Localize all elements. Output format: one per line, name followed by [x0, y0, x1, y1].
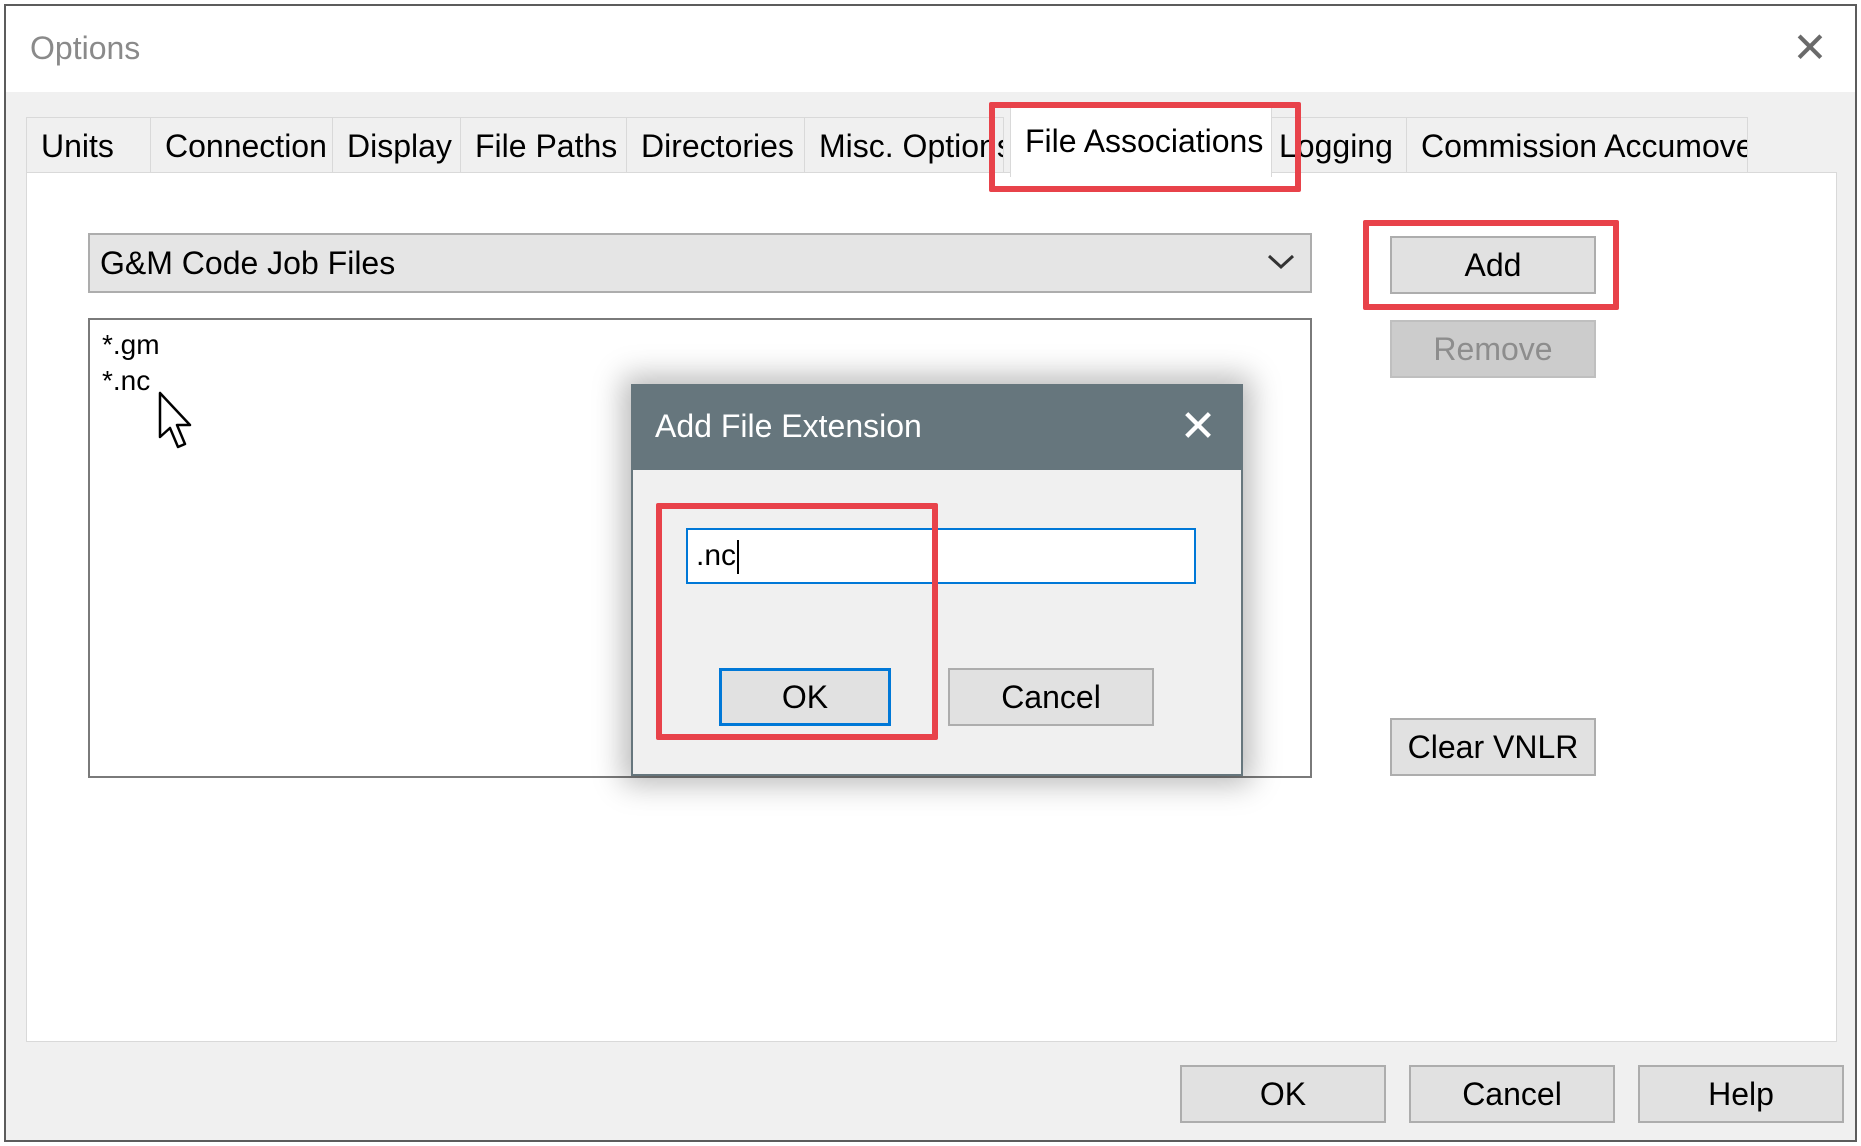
mouse-pointer-icon [158, 391, 192, 449]
file-type-dropdown[interactable]: G&M Code Job Files [88, 233, 1312, 293]
window-titlebar: Options ✕ [6, 6, 1855, 92]
highlight-input-and-ok [656, 503, 938, 740]
highlight-add-button [1363, 220, 1619, 310]
footer-cancel-button[interactable]: Cancel [1409, 1065, 1615, 1123]
remove-button[interactable]: Remove [1390, 320, 1596, 378]
tab-display[interactable]: Display [332, 117, 464, 173]
tab-misc-options[interactable]: Misc. Options [804, 117, 1004, 173]
list-item[interactable]: *.gm [102, 328, 160, 362]
tab-units[interactable]: Units [26, 117, 154, 173]
chevron-down-icon[interactable] [1256, 236, 1306, 290]
dialog-title: Add File Extension [655, 408, 922, 444]
list-item[interactable]: *.nc [102, 364, 150, 398]
dialog-cancel-button[interactable]: Cancel [948, 668, 1154, 726]
close-icon[interactable]: ✕ [1788, 26, 1832, 70]
footer-ok-button[interactable]: OK [1180, 1065, 1386, 1123]
tab-file-paths[interactable]: File Paths [460, 117, 630, 173]
tab-commission-accumove[interactable]: Commission Accumove [1406, 117, 1748, 173]
help-button[interactable]: Help [1638, 1065, 1844, 1123]
highlight-file-associations-tab [989, 102, 1301, 192]
options-window: Options ✕ Units Connection Display File … [4, 4, 1857, 1142]
tab-directories[interactable]: Directories [626, 117, 808, 173]
tab-connection[interactable]: Connection [150, 117, 336, 173]
close-icon[interactable]: ✕ [1173, 402, 1223, 452]
window-title: Options [30, 30, 141, 66]
clear-vnlr-button[interactable]: Clear VNLR [1390, 718, 1596, 776]
dialog-titlebar: Add File Extension ✕ [633, 386, 1241, 470]
tab-bar: Units Connection Display File Paths Dire… [6, 107, 1786, 177]
